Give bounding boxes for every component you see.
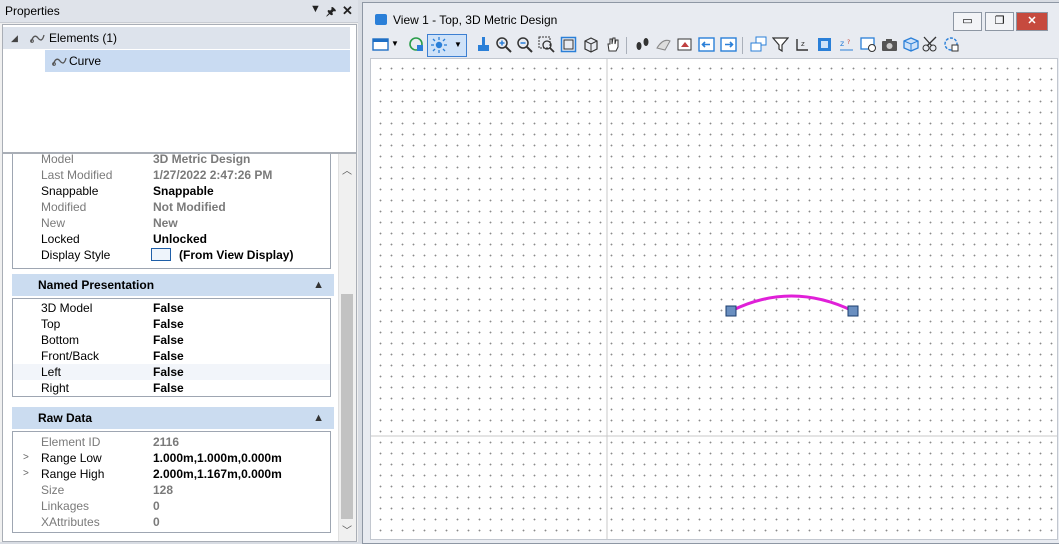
view-attributes-icon[interactable]	[372, 36, 389, 53]
property-row[interactable]: Snappable Snappable	[13, 183, 330, 199]
svg-text:?: ?	[847, 39, 850, 46]
curve-element-icon	[30, 34, 45, 43]
raw-data-group: Element ID 2116 > Range Low 1.000m,1.000…	[12, 431, 331, 533]
curve-element-icon	[52, 57, 67, 66]
curve-element[interactable]	[730, 294, 854, 313]
collapse-chevron-icon[interactable]: ▲	[313, 274, 324, 296]
collapse-icon[interactable]: ◢	[11, 27, 18, 49]
fit-view-icon[interactable]	[560, 36, 577, 53]
display-style-icon[interactable]	[408, 36, 425, 53]
scroll-down-icon[interactable]: ﹀	[342, 522, 352, 537]
pin-icon[interactable]: 🖈	[326, 3, 336, 22]
property-row[interactable]: Top False	[13, 316, 330, 332]
filter-icon[interactable]	[772, 36, 789, 53]
property-row[interactable]: 3D Model False	[13, 300, 330, 316]
sun-icon	[431, 37, 447, 53]
toolbar-separator	[626, 37, 627, 54]
tree-item-label: Elements (1)	[49, 31, 118, 45]
category-raw-data[interactable]: Raw Data ▲	[12, 407, 334, 429]
standard-view-icon[interactable]	[816, 36, 833, 53]
property-row: Element ID 2116	[41, 435, 180, 449]
drawing-canvas[interactable]	[370, 58, 1058, 540]
update-view-icon[interactable]	[475, 36, 492, 53]
property-row[interactable]: > Range Low 1.000m,1.000m,0.000m	[13, 450, 330, 466]
view-previous-icon[interactable]	[676, 36, 693, 53]
view-title: View 1 - Top, 3D Metric Design	[393, 13, 558, 27]
properties-panel: Properties ▼ 🖈 ✕ ◢ Elements (1) Curve Mo…	[0, 0, 358, 542]
dropdown-arrow-icon[interactable]: ▼	[391, 39, 408, 56]
dropdown-arrow-icon: ▼	[454, 40, 462, 49]
shading-toggle-button[interactable]: ▼	[427, 34, 467, 57]
zoom-in-icon[interactable]	[495, 36, 512, 53]
curve-end-handle[interactable]	[847, 305, 859, 317]
property-row: Size 128	[41, 483, 174, 497]
previous-view-arrow-icon[interactable]	[698, 36, 715, 53]
dropdown-arrow-icon[interactable]: ▼	[310, 3, 321, 15]
property-row[interactable]: Left False	[13, 364, 330, 380]
view-title-bar[interactable]: View 1 - Top, 3D Metric Design ▭ ❐ ✕	[363, 3, 1059, 33]
saved-views-icon[interactable]	[943, 36, 960, 53]
minimize-button[interactable]: ▭	[953, 12, 982, 31]
property-row: XAttributes 0	[41, 515, 160, 529]
close-icon[interactable]: ✕	[342, 3, 353, 19]
close-button[interactable]: ✕	[1016, 12, 1048, 31]
view-toolbar: ▼ ▼ z z?	[370, 34, 1056, 57]
property-row: Linkages 0	[41, 499, 160, 513]
property-grid[interactable]: Model 3D Metric Design Last Modified 1/2…	[2, 153, 357, 542]
rotate-view-icon[interactable]	[582, 36, 599, 53]
display-style-icon	[151, 248, 171, 261]
camera-icon[interactable]	[881, 36, 898, 53]
tree-item-curve[interactable]: Curve	[45, 50, 350, 72]
category-named-presentation[interactable]: Named Presentation ▲	[12, 274, 334, 296]
named-presentation-group: 3D Model False Top False Bottom False Fr…	[12, 298, 331, 397]
clip-volume-icon[interactable]: z?	[838, 36, 855, 53]
property-row[interactable]: Display Style (From View Display)	[13, 247, 330, 263]
property-row: Modified Not Modified	[41, 200, 226, 214]
expand-arrow-icon[interactable]: >	[23, 450, 29, 466]
clip-mask-icon[interactable]	[922, 36, 939, 53]
camera-view-icon[interactable]	[860, 36, 877, 53]
fly-icon[interactable]	[655, 36, 672, 53]
scrollbar-thumb[interactable]	[341, 294, 353, 519]
property-row[interactable]: Bottom False	[13, 332, 330, 348]
general-group: Model 3D Metric Design Last Modified 1/2…	[12, 153, 331, 269]
element-tree: ◢ Elements (1) Curve	[2, 24, 357, 153]
property-row: New New	[41, 216, 178, 230]
expand-arrow-icon[interactable]: >	[23, 466, 29, 482]
zoom-out-icon[interactable]	[516, 36, 533, 53]
tree-item-label: Curve	[69, 54, 102, 68]
restore-button[interactable]: ❐	[985, 12, 1014, 31]
property-row[interactable]: > Range High 2.000m,1.167m,0.000m	[13, 466, 330, 482]
property-row[interactable]: Locked Unlocked	[13, 231, 330, 247]
property-row[interactable]: Front/Back False	[13, 348, 330, 364]
next-view-arrow-icon[interactable]	[720, 36, 737, 53]
copy-view-icon[interactable]	[750, 36, 767, 53]
tree-item-elements[interactable]: ◢ Elements (1)	[3, 27, 350, 49]
cube-icon[interactable]	[902, 36, 919, 53]
view-window: View 1 - Top, 3D Metric Design ▭ ❐ ✕ ▼ ▼…	[362, 2, 1059, 544]
properties-title-bar: Properties ▼ 🖈 ✕	[0, 0, 358, 23]
properties-title: Properties	[5, 4, 60, 18]
pan-view-icon[interactable]	[604, 36, 621, 53]
scroll-up-icon[interactable]: ︿	[342, 162, 352, 177]
toolbar-separator	[742, 37, 743, 54]
svg-text:z: z	[801, 40, 805, 48]
property-row: Last Modified 1/27/2022 2:47:26 PM	[41, 168, 273, 182]
canvas-geometry	[371, 59, 1057, 539]
view-icon	[375, 14, 387, 25]
walk-icon[interactable]	[634, 36, 651, 53]
collapse-chevron-icon[interactable]: ▲	[313, 407, 324, 429]
svg-text:z: z	[840, 39, 844, 48]
vertical-scrollbar[interactable]: ︿ ﹀	[338, 154, 356, 541]
change-view-perspective-icon[interactable]: z	[794, 36, 811, 53]
window-area-icon[interactable]	[538, 36, 555, 53]
curve-start-handle[interactable]	[725, 305, 737, 317]
property-row[interactable]: Right False	[13, 380, 330, 396]
property-row: Model 3D Metric Design	[41, 153, 251, 166]
